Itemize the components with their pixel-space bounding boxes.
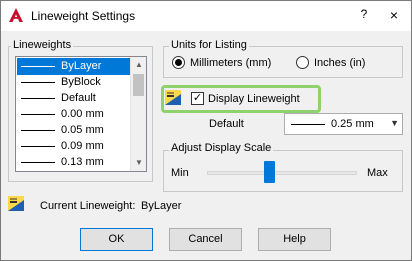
default-lineweight-value: 0.25 mm (331, 118, 374, 130)
list-item-bylayer[interactable]: ByLayer (17, 58, 131, 75)
current-lineweight-label: Current Lineweight: (40, 200, 136, 212)
list-item-0-13mm[interactable]: 0.13 mm (17, 154, 131, 171)
current-lineweight-icon (8, 196, 24, 211)
list-item-label: Default (61, 92, 96, 104)
default-label: Default (209, 118, 244, 130)
chevron-down-icon: ▼ (390, 118, 399, 128)
lineweights-listbox[interactable]: ByLayer ByBlock Default 0.00 mm 0.05 mm … (15, 56, 147, 172)
list-item-0-00mm[interactable]: 0.00 mm (17, 106, 131, 123)
help-title-button[interactable]: ? (357, 7, 371, 23)
line-sample (21, 146, 55, 147)
inches-radio[interactable] (296, 56, 309, 69)
list-item-0-05mm[interactable]: 0.05 mm (17, 122, 131, 139)
line-sample (21, 98, 55, 99)
line-sample (21, 66, 55, 67)
list-item-default[interactable]: Default (17, 90, 131, 107)
listbox-scrollbar[interactable]: ▲ ▼ (130, 57, 146, 171)
list-item-label: ByBlock (61, 76, 101, 88)
millimeters-radio[interactable] (172, 56, 185, 69)
cancel-button[interactable]: Cancel (169, 228, 242, 251)
lineweights-group-title: Lineweights (11, 39, 74, 51)
line-sample (21, 114, 55, 115)
units-group-title: Units for Listing (169, 39, 249, 51)
list-item-label: 0.00 mm (61, 108, 104, 120)
lineweight-settings-dialog: Lineweight Settings ? × Lineweights ByLa… (0, 0, 412, 261)
line-sample (21, 82, 55, 83)
line-sample (21, 130, 55, 131)
autocad-logo-icon (9, 8, 23, 22)
scale-group-title: Adjust Display Scale (169, 142, 274, 154)
close-icon[interactable]: × (386, 6, 402, 24)
default-lineweight-select[interactable]: 0.25 mm ▼ (284, 113, 403, 135)
line-sample (21, 162, 55, 163)
scale-max-label: Max (367, 167, 388, 179)
lineweight-icon (165, 90, 181, 105)
help-button[interactable]: Help (258, 228, 331, 251)
line-sample (291, 124, 325, 125)
list-item-label: ByLayer (61, 60, 102, 72)
ok-button[interactable]: OK (80, 228, 153, 251)
scale-slider-thumb[interactable] (264, 161, 275, 183)
list-item-label: 0.05 mm (61, 124, 104, 136)
scale-slider-track[interactable] (207, 171, 357, 175)
inches-label[interactable]: Inches (in) (314, 57, 365, 69)
millimeters-label[interactable]: Millimeters (mm) (190, 57, 271, 69)
list-item-label: 0.09 mm (61, 140, 104, 152)
current-lineweight-value: ByLayer (141, 200, 182, 212)
scroll-thumb[interactable] (133, 74, 144, 96)
list-item-label: 0.13 mm (61, 156, 104, 168)
dialog-title: Lineweight Settings (31, 9, 136, 23)
scale-min-label: Min (171, 167, 189, 179)
title-bar: Lineweight Settings ? × (1, 1, 411, 31)
display-lineweight-label[interactable]: Display Lineweight (208, 93, 300, 105)
scroll-up-icon[interactable]: ▲ (131, 57, 146, 73)
display-lineweight-checkbox[interactable]: ✓ (191, 92, 204, 105)
list-item-byblock[interactable]: ByBlock (17, 74, 131, 91)
scroll-down-icon[interactable]: ▼ (131, 155, 146, 171)
list-item-0-09mm[interactable]: 0.09 mm (17, 138, 131, 155)
